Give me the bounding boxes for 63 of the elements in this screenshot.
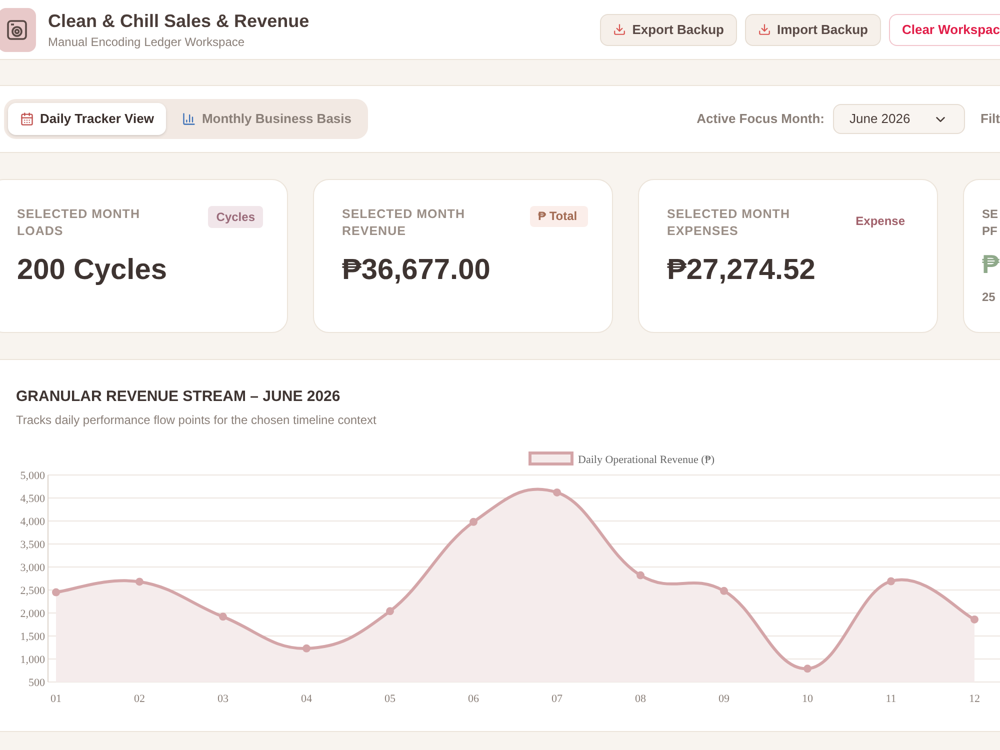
card-value: ₱: [982, 248, 1000, 280]
tray-icon: [613, 23, 626, 36]
backup-button[interactable]: Export Backup: [600, 14, 737, 46]
data-point: [136, 577, 144, 586]
y-axis-label: 1,500: [20, 630, 45, 642]
card-value: 200 Cycles: [17, 253, 168, 288]
data-point: [804, 664, 812, 672]
data-point: [553, 488, 561, 496]
data-point: [720, 586, 728, 594]
month-select[interactable]: June 2026: [832, 104, 964, 134]
y-axis-label: 3,000: [20, 562, 45, 574]
x-axis-label: 04: [301, 692, 312, 704]
calendar-icon: [20, 112, 34, 126]
x-axis-label: 02: [134, 692, 145, 704]
data-point: [470, 517, 478, 526]
x-axis-label: 10: [802, 692, 813, 704]
data-point: [386, 606, 394, 615]
data-point: [219, 612, 227, 620]
data-point: [302, 644, 310, 652]
card-title: SELECTED MONTH EXPENSES: [667, 206, 791, 240]
card-value: ₱36,677.00: [342, 253, 492, 288]
x-axis-label: 11: [886, 692, 896, 704]
tray-icon: [758, 23, 771, 36]
x-axis-label: 03: [218, 692, 228, 704]
backup-button[interactable]: Import Backup: [744, 14, 881, 46]
x-axis-label: 01: [50, 692, 62, 704]
y-axis-label: 3,500: [20, 538, 45, 550]
x-axis-label: 12: [969, 692, 980, 704]
card-title: SELECTED MONTH LOADS: [17, 206, 141, 240]
x-axis-label: 07: [552, 692, 562, 704]
x-axis-label: 06: [468, 692, 479, 704]
x-axis-label: 09: [718, 692, 730, 704]
y-axis-label: 1,000: [20, 654, 45, 666]
data-point: [887, 576, 895, 585]
y-axis-label: 4,000: [20, 516, 45, 528]
x-axis-label: 05: [384, 692, 396, 704]
data-point: [636, 570, 644, 579]
card-tag: Expense: [848, 210, 913, 232]
chart-legend: Daily Operational Revenue (₱): [528, 451, 715, 466]
y-axis-label: 2,500: [20, 584, 45, 596]
x-axis-label: 08: [635, 692, 646, 704]
card-title: SE PF: [982, 206, 998, 240]
filter-label: Filt: [980, 110, 1000, 128]
card-tag: Cycles: [208, 206, 263, 228]
y-axis-label: 500: [28, 676, 45, 688]
panel-title: GRANULAR REVENUE STREAM – JUNE 2026: [16, 387, 342, 407]
y-axis-label: 2,000: [20, 608, 45, 620]
card-value: ₱27,274.52: [667, 253, 816, 288]
app-title: Clean & Chill Sales & Revenue: [48, 10, 310, 32]
focus-month-label: Active Focus Month:: [696, 110, 824, 128]
clear-workspace-button[interactable]: Clear Workspac: [888, 14, 1000, 46]
app-subtitle: Manual Encoding Ledger Workspace: [48, 34, 246, 50]
data-point: [52, 588, 60, 596]
view-tab[interactable]: Daily Tracker View: [8, 103, 166, 135]
y-axis-label: 4,500: [20, 492, 45, 504]
card-title: SELECTED MONTH REVENUE: [342, 206, 466, 240]
panel-subtitle: Tracks daily performance flow points for the chosen timeline context: [16, 412, 378, 428]
card-note: 25: [982, 289, 996, 306]
chart-icon: [182, 112, 196, 126]
card-tag: ₱ Total: [530, 206, 588, 227]
y-axis-label: 5,000: [20, 470, 45, 482]
legend-label: Daily Operational Revenue (₱): [578, 454, 715, 466]
data-point: [970, 614, 978, 623]
